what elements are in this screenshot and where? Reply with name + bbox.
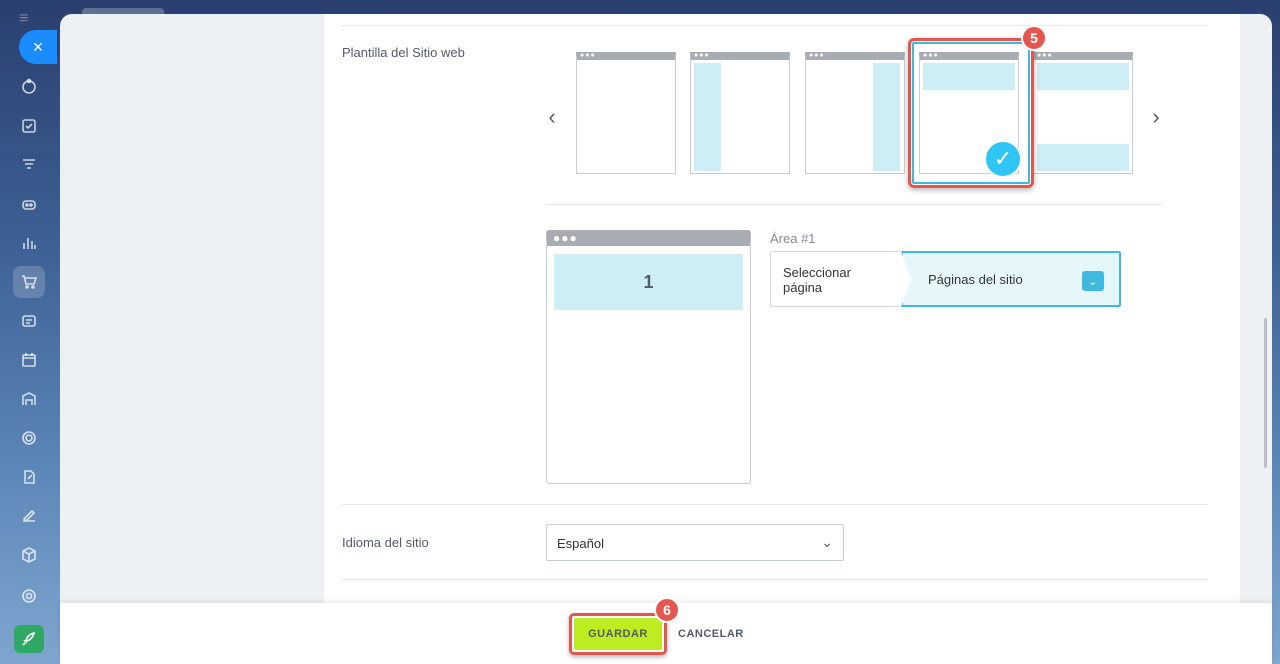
divider bbox=[342, 579, 1208, 580]
cancel-button[interactable]: CANCELAR bbox=[678, 618, 744, 650]
language-label: Idioma del sitio bbox=[342, 535, 429, 550]
menu-icon[interactable]: ≡ bbox=[19, 11, 37, 27]
divider bbox=[342, 25, 1208, 26]
inventory-icon[interactable] bbox=[13, 383, 45, 415]
checkmark-icon: ✓ bbox=[984, 140, 1022, 178]
area-page-selector[interactable]: Seleccionar página Páginas del sitio ⌄ bbox=[770, 251, 1121, 307]
template-label: Plantilla del Sitio web bbox=[342, 45, 465, 60]
divider bbox=[342, 504, 1208, 505]
target-icon[interactable] bbox=[13, 422, 45, 454]
rocket-icon[interactable] bbox=[14, 625, 44, 653]
robot-icon[interactable] bbox=[13, 188, 45, 220]
divider bbox=[546, 204, 1162, 205]
crm-icon[interactable] bbox=[13, 71, 45, 103]
step5-badge: 5 bbox=[1021, 25, 1047, 51]
signature-icon[interactable] bbox=[13, 500, 45, 532]
step6-badge: 6 bbox=[654, 597, 680, 623]
scrollbar[interactable] bbox=[1264, 318, 1267, 468]
language-value: Español bbox=[557, 536, 604, 551]
filter-icon[interactable] bbox=[13, 149, 45, 181]
language-select[interactable]: Español ⌄ bbox=[546, 524, 844, 561]
template-preview: ●●● 1 bbox=[546, 230, 751, 484]
next-template-arrow[interactable]: › bbox=[1146, 106, 1166, 128]
chevron-down-icon: ⌄ bbox=[821, 534, 833, 550]
calendar-icon[interactable] bbox=[13, 344, 45, 376]
area-select-value: Páginas del sitio bbox=[928, 272, 1023, 287]
area-title: Área #1 bbox=[770, 231, 816, 246]
area-select-label: Seleccionar página bbox=[783, 265, 851, 295]
prev-template-arrow[interactable]: ‹ bbox=[542, 106, 562, 128]
chevron-down-icon[interactable]: ⌄ bbox=[1082, 271, 1104, 291]
preview-area-1: 1 bbox=[554, 254, 743, 310]
template-blank[interactable]: ●●● bbox=[576, 52, 676, 174]
template-left-column[interactable]: ●●● bbox=[690, 52, 790, 174]
save-button[interactable]: GUARDAR bbox=[574, 618, 662, 650]
contact-center-icon[interactable] bbox=[13, 305, 45, 337]
settings-icon[interactable] bbox=[13, 580, 45, 612]
cart-icon[interactable] bbox=[13, 266, 45, 298]
box-icon[interactable] bbox=[13, 539, 45, 571]
template-right-column[interactable]: ●●● bbox=[805, 52, 905, 174]
slider-panel: Plantilla del Sitio web ‹ ●●● ●●● ●●● ●●… bbox=[60, 14, 1272, 664]
analytics-icon[interactable] bbox=[13, 227, 45, 259]
document-edit-icon[interactable] bbox=[13, 461, 45, 493]
left-sidebar: ≡ × bbox=[0, 0, 58, 664]
template-header-footer[interactable]: ●●● bbox=[1033, 52, 1133, 174]
close-slider-button[interactable]: × bbox=[19, 30, 57, 64]
footer-bar: GUARDAR CANCELAR 6 bbox=[60, 597, 1272, 664]
tasks-icon[interactable] bbox=[13, 110, 45, 142]
